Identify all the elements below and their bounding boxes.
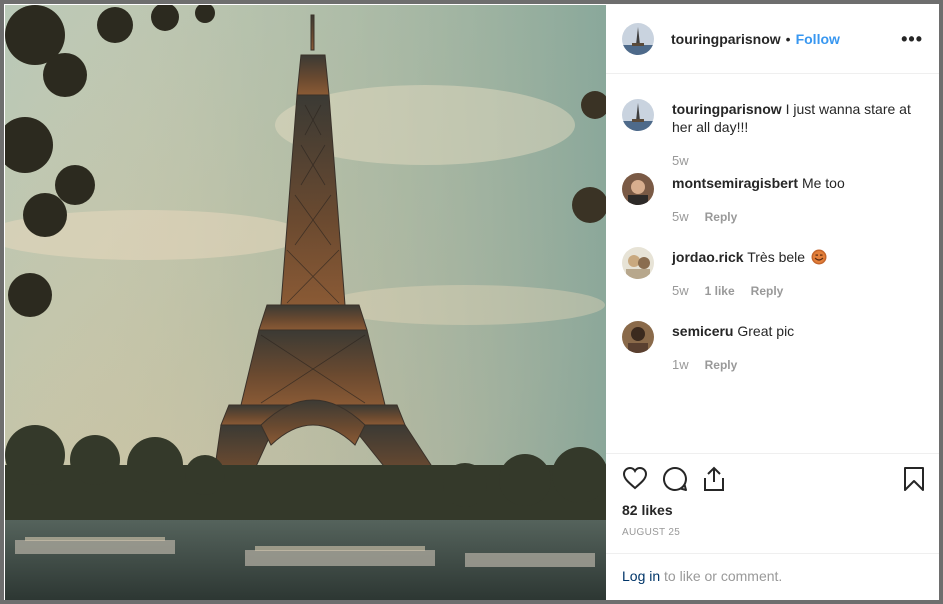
login-prompt-text: to like or comment. — [660, 568, 783, 584]
post-actions: 82 likes AUGUST 25 Log in to like or com… — [606, 453, 939, 600]
avatar[interactable] — [622, 23, 654, 55]
post-photo[interactable] — [5, 5, 606, 600]
comment-text: semiceru Great pic — [672, 322, 922, 340]
login-prompt: Log in to like or comment. — [606, 553, 939, 601]
more-icon[interactable]: ••• — [901, 29, 923, 50]
comment-meta: 5w 1 like Reply — [672, 283, 783, 298]
comment-username[interactable]: jordao.rick — [672, 249, 744, 265]
comment-body: Me too — [801, 175, 845, 191]
avatar[interactable] — [622, 173, 654, 205]
follow-button[interactable]: Follow — [796, 31, 840, 47]
reply-button[interactable]: Reply — [751, 284, 784, 298]
separator-dot: • — [785, 31, 791, 47]
login-link[interactable]: Log in — [622, 568, 660, 584]
heart-icon[interactable] — [622, 466, 648, 493]
comment-meta: 5w Reply — [672, 209, 737, 224]
comment-text: montsemiragisbert Me too — [672, 174, 922, 192]
avatar-image — [622, 23, 654, 55]
bookmark-icon[interactable] — [903, 466, 925, 495]
reply-button[interactable]: Reply — [705, 358, 738, 372]
avatar-image — [622, 247, 654, 279]
avatar[interactable] — [622, 99, 654, 131]
avatar-image — [622, 321, 654, 353]
post-username[interactable]: touringparisnow — [671, 31, 781, 47]
comment-time[interactable]: 5w — [672, 283, 689, 298]
avatar-image — [622, 173, 654, 205]
avatar-image — [622, 99, 654, 131]
emoji-icon — [811, 249, 827, 265]
avatar[interactable] — [622, 321, 654, 353]
comment-meta: 5w — [672, 153, 689, 168]
comment-username[interactable]: montsemiragisbert — [672, 175, 798, 191]
eiffel-tower-image — [5, 5, 606, 600]
comment-icon[interactable] — [662, 466, 688, 495]
comment-time[interactable]: 5w — [672, 209, 689, 224]
comment-username[interactable]: semiceru — [672, 323, 733, 339]
comments-list[interactable]: touringparisnow I just wanna stare at he… — [606, 75, 939, 453]
reply-button[interactable]: Reply — [705, 210, 738, 224]
comment-text: jordao.rick Très bele — [672, 248, 922, 266]
likes-count[interactable]: 82 likes — [622, 502, 673, 518]
share-icon[interactable] — [702, 466, 726, 495]
post-header: touringparisnow • Follow ••• — [606, 5, 939, 74]
post-side-panel: touringparisnow • Follow ••• touringpari… — [606, 5, 939, 600]
post-date[interactable]: AUGUST 25 — [622, 527, 680, 538]
comment-text: touringparisnow I just wanna stare at he… — [672, 100, 922, 136]
comment-time[interactable]: 5w — [672, 153, 689, 168]
comment-username[interactable]: touringparisnow — [672, 101, 782, 117]
action-icons-row — [606, 454, 939, 498]
avatar[interactable] — [622, 247, 654, 279]
comment-likes[interactable]: 1 like — [705, 284, 735, 298]
comment-meta: 1w Reply — [672, 357, 737, 372]
comment-time[interactable]: 1w — [672, 357, 689, 372]
comment-body: Très bele — [747, 249, 806, 265]
comment-body: Great pic — [737, 323, 795, 339]
